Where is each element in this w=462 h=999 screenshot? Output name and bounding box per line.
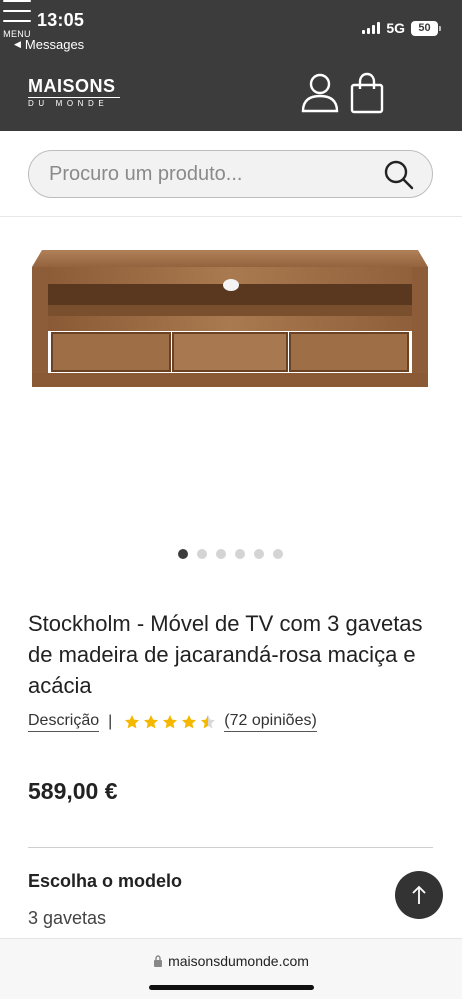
back-to-messages[interactable]: ◀ Messages <box>14 37 84 52</box>
carousel-dot[interactable] <box>254 549 264 559</box>
logo-sub-text: DU MONDE <box>28 99 109 108</box>
half-star-icon <box>201 715 216 729</box>
hamburger-menu-icon <box>0 0 34 22</box>
description-link[interactable]: Descrição <box>28 712 100 732</box>
url-text: maisonsdumonde.com <box>168 953 309 969</box>
menu-button[interactable]: MENU <box>0 0 34 39</box>
choose-model-label: Escolha o modelo <box>28 871 183 891</box>
home-indicator[interactable] <box>149 985 314 990</box>
lock-icon <box>154 955 163 967</box>
arrow-up-icon <box>412 885 426 904</box>
search-section <box>0 131 462 217</box>
back-label: Messages <box>24 37 85 52</box>
search-icon[interactable] <box>384 160 414 195</box>
brand-logo[interactable]: MAISONS DU MONDE <box>28 77 120 109</box>
search-input[interactable] <box>49 163 369 186</box>
star-icon <box>182 715 197 729</box>
carousel-dot[interactable] <box>273 549 283 559</box>
separator: | <box>108 713 113 730</box>
rating-stars[interactable] <box>124 714 216 730</box>
star-icon <box>144 715 159 729</box>
search-box[interactable] <box>28 150 433 198</box>
product-meta: Descrição | (72 opiniões) <box>28 712 317 732</box>
battery-icon: 50 <box>411 20 441 36</box>
logo-main-text: MAISONS <box>28 76 116 96</box>
network-type: 5G <box>386 20 405 36</box>
back-arrow-icon: ◀ <box>14 39 21 49</box>
scroll-to-top-button[interactable] <box>395 871 443 919</box>
address-bar[interactable]: maisonsdumonde.com <box>0 953 462 969</box>
star-icon <box>163 715 178 729</box>
user-icon[interactable] <box>300 72 340 119</box>
image-carousel-dots[interactable] <box>178 549 283 559</box>
app-header: 13:05 ◀ Messages 5G 50 MAISONS DU MONDE … <box>0 0 462 131</box>
browser-bottom-bar: maisonsdumonde.com <box>0 938 462 999</box>
product-title: Stockholm - Móvel de TV com 3 gavetas de… <box>28 611 423 698</box>
carousel-dot[interactable] <box>235 549 245 559</box>
carousel-dot[interactable] <box>216 549 226 559</box>
status-time: 13:05 <box>37 10 85 30</box>
section-divider <box>28 847 433 848</box>
product-image[interactable] <box>30 245 430 395</box>
signal-icon <box>362 22 381 34</box>
status-indicators: 5G 50 <box>362 20 441 36</box>
model-selector[interactable]: 3 gavetas <box>28 908 106 929</box>
reviews-link[interactable]: (72 opiniões) <box>224 712 317 732</box>
carousel-dot[interactable] <box>197 549 207 559</box>
product-price: 589,00 € <box>28 778 118 804</box>
carousel-dot[interactable] <box>178 549 188 559</box>
shopping-bag-icon[interactable] <box>349 72 385 119</box>
star-icon <box>125 715 140 729</box>
